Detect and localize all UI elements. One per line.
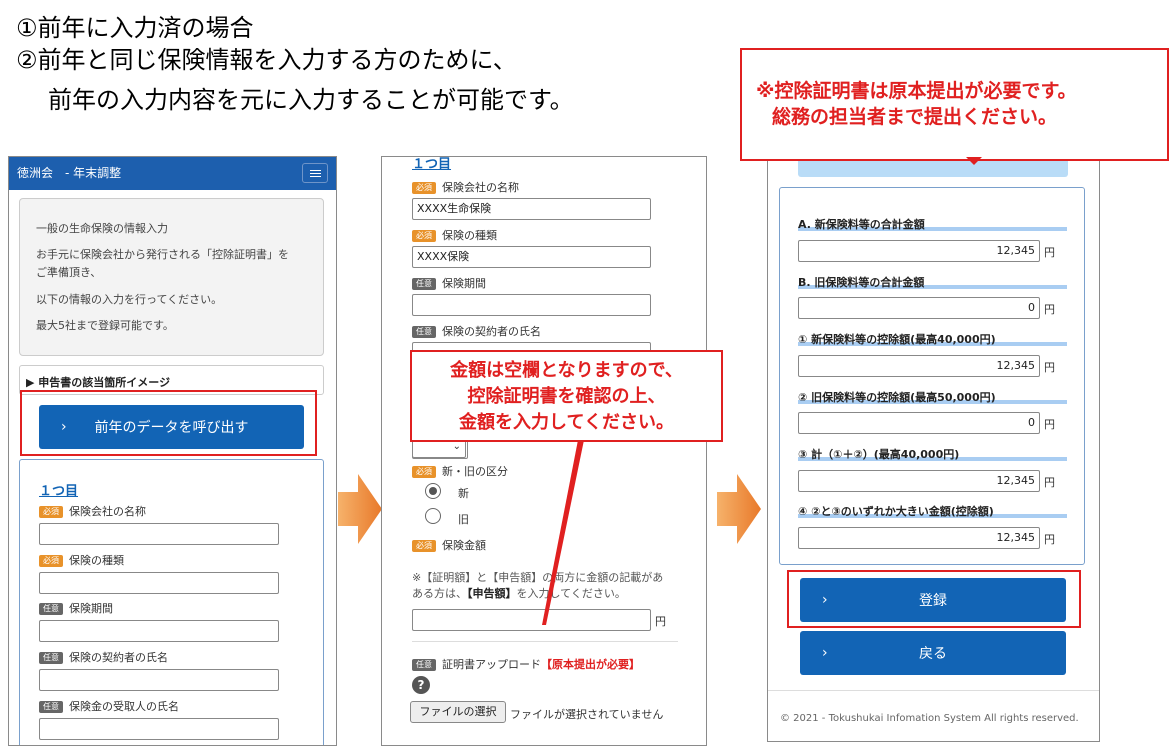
notice-pointer — [966, 157, 982, 165]
insurance-type-input[interactable]: XXXX保険 — [412, 246, 651, 268]
insurance-company-input[interactable]: XXXX生命保険 — [412, 198, 651, 220]
insurance-amount-input[interactable] — [412, 609, 651, 631]
chevron-down-icon: ⌄ — [452, 441, 461, 452]
field-label: 必須 保険会社の名称 — [39, 503, 146, 519]
beneficiary-name-input[interactable] — [39, 718, 279, 740]
insurance-period-input[interactable] — [39, 620, 279, 642]
field-label: 必須 保険の種類 — [39, 552, 124, 568]
image-toggle-label: ▶ 申告書の該当箇所イメージ — [26, 376, 171, 389]
slide-line-2: ②前年と同じ保険情報を入力する方のために、 — [16, 46, 517, 74]
flow-arrow-icon — [338, 474, 382, 544]
intro-title: 一般の生命保険の情報入力 — [36, 222, 168, 235]
insurance-company-input[interactable] — [39, 523, 279, 545]
radio-new-label: 新 — [458, 487, 469, 500]
file-select-button[interactable]: ファイルの選択 — [410, 701, 506, 723]
notice-line-2: 総務の担当者まで提出ください。 — [772, 106, 1058, 128]
field-label: 任意 保険の契約者の氏名 — [412, 323, 541, 339]
intro-box: 一般の生命保険の情報入力 お手元に保険会社から発行される「控除証明書」を ご準備… — [19, 198, 324, 356]
field-label: 任意 保険期間 — [39, 600, 113, 616]
field-label: 必須 保険の種類 — [412, 227, 497, 243]
field-label: 必須 新・旧の区分 — [412, 463, 508, 479]
insurance-type-input[interactable] — [39, 572, 279, 594]
radio-old-label: 旧 — [458, 513, 469, 526]
row-label: ① 新保険料等の控除額(最高40,000円) — [798, 333, 996, 346]
footer-divider — [768, 690, 1099, 691]
row-label: ② 旧保険料等の控除額(最高50,000円) — [798, 391, 996, 404]
row-label: ④ ②と③のいずれか大きい金額(控除額) — [798, 505, 994, 518]
radio-old[interactable] — [425, 508, 441, 524]
file-status: ファイルが選択されていません — [510, 708, 664, 721]
amount-a-input[interactable]: 12,345 — [798, 240, 1040, 262]
amount-note-1: ※【証明額】と【申告額】の両方に金額の記載があ — [412, 571, 664, 584]
row-label: B. 旧保険料等の合計金額 — [798, 276, 925, 289]
callout-pointer — [542, 440, 584, 625]
total-input[interactable]: 12,345 — [798, 470, 1040, 492]
flow-arrow-icon — [717, 474, 761, 544]
final-deduction-input[interactable]: 12,345 — [798, 527, 1040, 549]
field-label: 必須 保険会社の名称 — [412, 179, 519, 195]
amount-b-input[interactable]: 0 — [798, 297, 1040, 319]
upload-label: 任意 証明書アップロード【原本提出が必要】 — [412, 656, 640, 672]
section-title: １つ目 — [39, 484, 79, 499]
intro-p2: 以下の情報の入力を行ってください。 — [36, 293, 223, 306]
row-label: A. 新保険料等の合計金額 — [798, 218, 925, 231]
contractor-name-input[interactable] — [39, 669, 279, 691]
intro-p1a: お手元に保険会社から発行される「控除証明書」を — [36, 248, 289, 261]
field-label: 必須 保険金額 — [412, 537, 486, 553]
footer-copyright: © 2021 - Tokushukai Infomation System Al… — [780, 713, 1079, 724]
notice-box: ※控除証明書は原本提出が必要です。 総務の担当者まで提出ください。 — [740, 48, 1169, 161]
app-header: 徳洲会 - 年末調整 — [9, 157, 336, 190]
field-label: 任意 保険期間 — [412, 275, 486, 291]
section-title: １つ目 — [412, 157, 452, 172]
row-label: ③ 計（①＋②）(最高40,000円) — [798, 448, 960, 461]
radio-new[interactable] — [425, 483, 441, 499]
slide-line-1: ①前年に入力済の場合 — [16, 14, 254, 42]
deduction-new-input[interactable]: 12,345 — [798, 355, 1040, 377]
insurance-period-input[interactable] — [412, 294, 651, 316]
app-title: 徳洲会 - 年末調整 — [17, 166, 122, 180]
amount-callout: 金額は空欄となりますので、 控除証明書を確認の上、 金額を入力してください。 — [410, 350, 723, 442]
menu-icon[interactable] — [302, 163, 328, 183]
highlight-box — [20, 390, 317, 456]
field-label: 任意 保険金の受取人の氏名 — [39, 698, 179, 714]
back-button[interactable]: › 戻る — [800, 631, 1066, 675]
slide-line-3: 前年の入力内容を元に入力することが可能です。 — [48, 86, 574, 114]
deduction-old-input[interactable]: 0 — [798, 412, 1040, 434]
intro-p3: 最大5社まで登録可能です。 — [36, 319, 174, 332]
notice-line-1: ※控除証明書は原本提出が必要です。 — [756, 80, 1077, 102]
divider — [412, 641, 678, 642]
yen-unit: 円 — [655, 615, 666, 628]
highlight-box — [787, 570, 1081, 628]
help-icon[interactable]: ? — [412, 676, 430, 694]
intro-p1b: ご準備頂き、 — [36, 266, 102, 279]
field-label: 任意 保険の契約者の氏名 — [39, 649, 168, 665]
